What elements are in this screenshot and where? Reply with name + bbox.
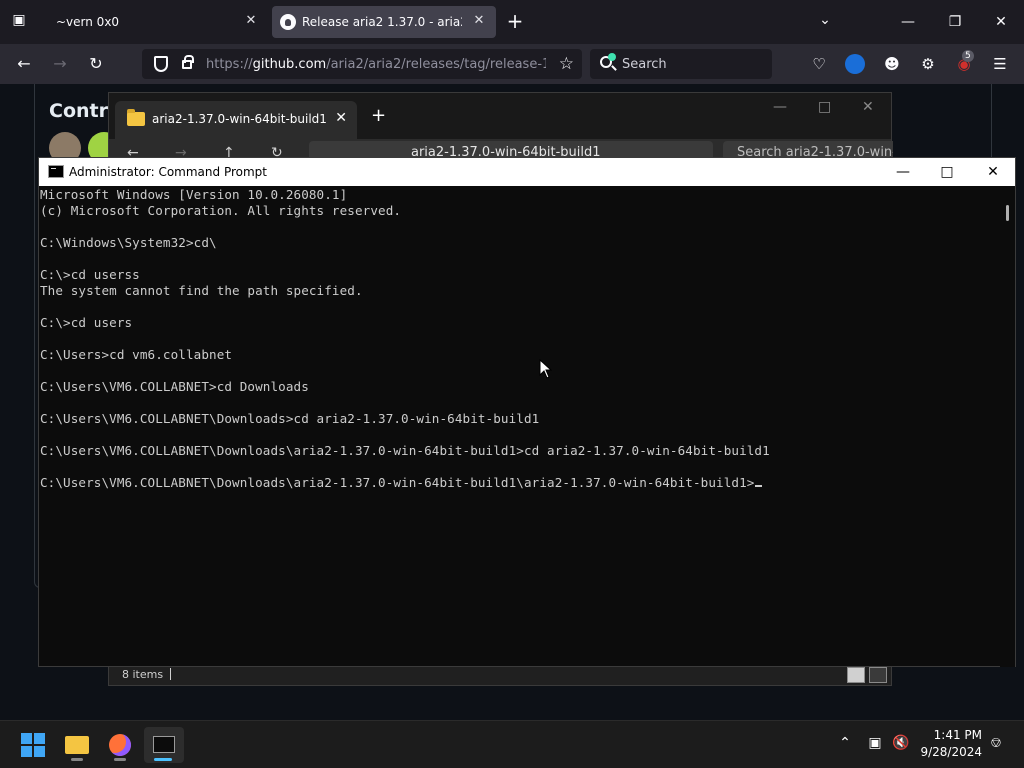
browser-tab-release[interactable]: Release aria2 1.37.0 - aria2/aria2 ✕ (272, 6, 496, 38)
tracking-shield-icon[interactable] (154, 56, 168, 72)
windows-logo-icon[interactable] (21, 733, 45, 757)
cmd-output-line (40, 459, 1001, 475)
explorer-status-bar: 8 items (109, 665, 891, 685)
minimize-icon[interactable]: — (893, 162, 913, 182)
cmd-output[interactable]: Microsoft Windows [Version 10.0.26080.1]… (39, 187, 1001, 667)
bookmark-star-icon[interactable]: ☆ (559, 54, 574, 74)
cmd-output-line: C:\Windows\System32>cd\ (40, 235, 217, 250)
details-view-icon[interactable] (847, 667, 865, 683)
browser-toolbar: ← → ↻ https://github.com/aria2/aria2/rel… (0, 44, 1024, 84)
cmd-title-bar[interactable]: Administrator: Command Prompt — □ ✕ (39, 158, 1015, 186)
tiles-view-icon[interactable] (869, 667, 887, 683)
cmd-output-line: The system cannot find the path specifie… (40, 283, 363, 298)
tab-close-icon[interactable]: ✕ (470, 12, 488, 30)
cmd-scrollbar[interactable] (1000, 187, 1015, 667)
taskbar-firefox[interactable] (100, 727, 140, 763)
clock-time[interactable]: 1:41 PM (926, 728, 982, 742)
items-count: 8 items (122, 668, 164, 681)
network-icon[interactable]: ▣ (866, 734, 884, 752)
notification-bell-icon[interactable]: ⎊ (987, 734, 1005, 752)
cmd-app-icon (48, 165, 64, 178)
extension-badge: 5 (962, 50, 974, 62)
text-cursor (755, 485, 763, 487)
cmd-output-line: Microsoft Windows [Version 10.0.26080.1] (40, 187, 348, 202)
cmd-output-line: (c) Microsoft Corporation. All rights re… (40, 203, 402, 218)
firefox-icon (109, 734, 131, 756)
cmd-output-line (40, 363, 1001, 379)
extensions-puzzle-icon[interactable]: ⚙ (918, 54, 938, 74)
search-bar[interactable]: Search (590, 49, 772, 79)
cmd-output-line: C:\Users\VM6.COLLABNET>cd Downloads (40, 379, 309, 394)
chevron-up-icon[interactable]: ⌃ (836, 734, 854, 752)
terminal-icon (153, 736, 175, 753)
close-icon[interactable]: ✕ (335, 110, 347, 126)
folder-icon (127, 109, 145, 126)
new-tab-button[interactable]: + (504, 10, 526, 34)
cmd-output-line (40, 427, 1001, 443)
pocket-icon[interactable]: ♡ (809, 54, 829, 74)
close-window-icon[interactable]: ✕ (991, 12, 1011, 32)
cmd-output-line: C:\Users>cd vm6.collabnet (40, 347, 233, 362)
close-window-icon[interactable]: ✕ (862, 99, 874, 115)
cmd-output-line: C:\Users\VM6.COLLABNET\Downloads\aria2-1… (40, 475, 1001, 491)
taskbar-file-explorer[interactable] (57, 727, 97, 763)
cmd-output-line: C:\Users\VM6.COLLABNET\Downloads>cd aria… (40, 411, 540, 426)
cmd-output-line (40, 219, 1001, 235)
contributors-heading: Contri (49, 100, 115, 122)
clock-date[interactable]: 9/28/2024 (918, 745, 982, 759)
firefox-view-icon[interactable]: ▣ (8, 12, 30, 32)
running-indicator (154, 758, 172, 761)
close-window-icon[interactable]: ✕ (983, 162, 1003, 182)
minimize-icon[interactable]: — (773, 99, 787, 115)
url-text[interactable]: https://github.com/aria2/aria2/releases/… (206, 57, 546, 72)
cmd-scrollbar-thumb[interactable] (1006, 205, 1009, 221)
taskbar-terminal[interactable] (144, 727, 184, 763)
list-all-tabs-icon[interactable]: ⌄ (814, 12, 836, 28)
cmd-output-line (40, 331, 1001, 347)
running-indicator (114, 758, 126, 761)
forward-arrow-icon[interactable]: → (48, 52, 72, 76)
browser-tab-bar: ▣ ~vern 0x0 ✕ Release aria2 1.37.0 - ari… (0, 0, 1024, 44)
status-separator (170, 668, 171, 680)
browser-tab-vern[interactable]: ~vern 0x0 ✕ (44, 6, 268, 38)
lock-icon[interactable] (182, 55, 194, 69)
running-indicator (71, 758, 83, 761)
cmd-output-line: C:\>cd userss (40, 267, 140, 282)
restore-icon[interactable]: ❐ (945, 12, 965, 32)
vpn-icon[interactable] (845, 54, 865, 74)
back-arrow-icon[interactable]: ← (12, 52, 36, 76)
search-engine-badge-icon (608, 53, 616, 61)
github-icon (280, 14, 296, 30)
explorer-tab-row: aria2-1.37.0-win-64bit-build1 ✕ + — □ ✕ (109, 93, 891, 139)
url-bar[interactable]: https://github.com/aria2/aria2/releases/… (142, 49, 582, 79)
search-label: Search (622, 57, 667, 72)
cmd-output-line: C:\Users\VM6.COLLABNET\Downloads\aria2-1… (40, 443, 770, 458)
cmd-output-line: C:\>cd users (40, 315, 133, 330)
explorer-tab[interactable]: aria2-1.37.0-win-64bit-build1 ✕ (115, 101, 357, 139)
cmd-window-title: Administrator: Command Prompt (69, 165, 267, 179)
cmd-output-line (40, 251, 1001, 267)
menu-hamburger-icon[interactable]: ☰ (990, 54, 1010, 74)
explorer-tab-title: aria2-1.37.0-win-64bit-build1 (152, 112, 327, 126)
cmd-output-line (40, 299, 1001, 315)
explorer-new-tab-button[interactable]: + (371, 105, 386, 126)
minimize-icon[interactable]: — (898, 12, 918, 32)
folder-icon (65, 736, 89, 754)
volume-muted-icon[interactable]: 🔇 (892, 734, 910, 752)
reload-icon[interactable]: ↻ (84, 52, 108, 76)
maximize-icon[interactable]: □ (937, 162, 957, 182)
tab-close-icon[interactable]: ✕ (242, 12, 260, 30)
account-icon[interactable]: ☻ (882, 54, 902, 74)
tab-title: ~vern 0x0 (56, 15, 120, 29)
cmd-output-line (40, 395, 1001, 411)
command-prompt-window[interactable]: Administrator: Command Prompt — □ ✕ Micr… (38, 157, 1016, 667)
maximize-icon[interactable]: □ (818, 99, 831, 115)
tab-title: Release aria2 1.37.0 - aria2/aria2 (302, 15, 462, 29)
